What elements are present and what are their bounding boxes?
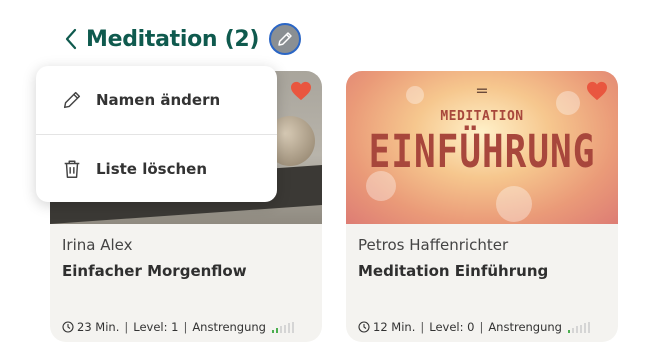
chevron-left-icon xyxy=(65,28,77,50)
session-author: Petros Haffenrichter xyxy=(358,236,509,254)
edit-list-button[interactable] xyxy=(269,23,302,55)
effort-bar xyxy=(291,321,294,333)
session-card[interactable]: = MEDITATION EINFÜHRUNG Petros Haffenric… xyxy=(346,71,618,342)
effort-bar xyxy=(279,326,282,333)
trash-icon xyxy=(60,157,84,181)
effort-label: Anstrengung xyxy=(488,320,562,334)
effort-bar xyxy=(587,321,590,333)
menu-item-label: Liste löschen xyxy=(96,159,207,178)
session-title: Einfacher Morgenflow xyxy=(62,262,247,280)
session-title: Meditation Einführung xyxy=(358,262,549,280)
page-title: Meditation (2) xyxy=(86,26,260,52)
session-meta: 12 Min. | Level: 0 | Anstrengung xyxy=(358,320,590,334)
separator: | xyxy=(183,320,188,334)
session-duration: 12 Min. xyxy=(373,320,416,334)
pencil-icon xyxy=(60,88,84,112)
menu-item-delete[interactable]: Liste löschen xyxy=(36,134,277,202)
effort-bar xyxy=(567,329,570,333)
effort-bars xyxy=(567,321,590,333)
effort-bar xyxy=(283,324,286,333)
session-level: Level: 1 xyxy=(133,320,179,334)
menu-item-label: Namen ändern xyxy=(96,91,221,109)
session-duration: 23 Min. xyxy=(77,320,120,334)
heart-icon[interactable] xyxy=(586,81,608,101)
back-button[interactable] xyxy=(64,24,82,54)
list-context-menu: Namen ändern Liste löschen xyxy=(36,66,277,202)
menu-item-rename[interactable]: Namen ändern xyxy=(36,66,277,134)
pencil-icon xyxy=(278,32,292,46)
clock-icon xyxy=(358,321,370,333)
effort-bar xyxy=(579,324,582,333)
thumbnail-text-small: MEDITATION xyxy=(440,109,524,124)
separator: | xyxy=(124,320,129,334)
thumbnail-text-top: = xyxy=(475,81,489,100)
effort-bar xyxy=(575,326,578,333)
separator: | xyxy=(420,320,425,334)
effort-bar xyxy=(287,323,290,333)
effort-bar xyxy=(271,329,274,333)
session-author: Irina Alex xyxy=(62,236,133,254)
heart-icon[interactable] xyxy=(290,81,312,101)
effort-label: Anstrengung xyxy=(192,320,266,334)
effort-bar xyxy=(583,323,586,333)
effort-bars xyxy=(271,321,294,333)
thumbnail-text-big: EINFÜHRUNG xyxy=(368,127,596,179)
effort-bar xyxy=(571,327,574,333)
page-header: Meditation (2) xyxy=(64,22,302,56)
session-level: Level: 0 xyxy=(429,320,475,334)
separator: | xyxy=(479,320,484,334)
session-thumbnail: = MEDITATION EINFÜHRUNG xyxy=(346,71,618,224)
effort-bar xyxy=(275,327,278,333)
clock-icon xyxy=(62,321,74,333)
session-meta: 23 Min. | Level: 1 | Anstrengung xyxy=(62,320,294,334)
